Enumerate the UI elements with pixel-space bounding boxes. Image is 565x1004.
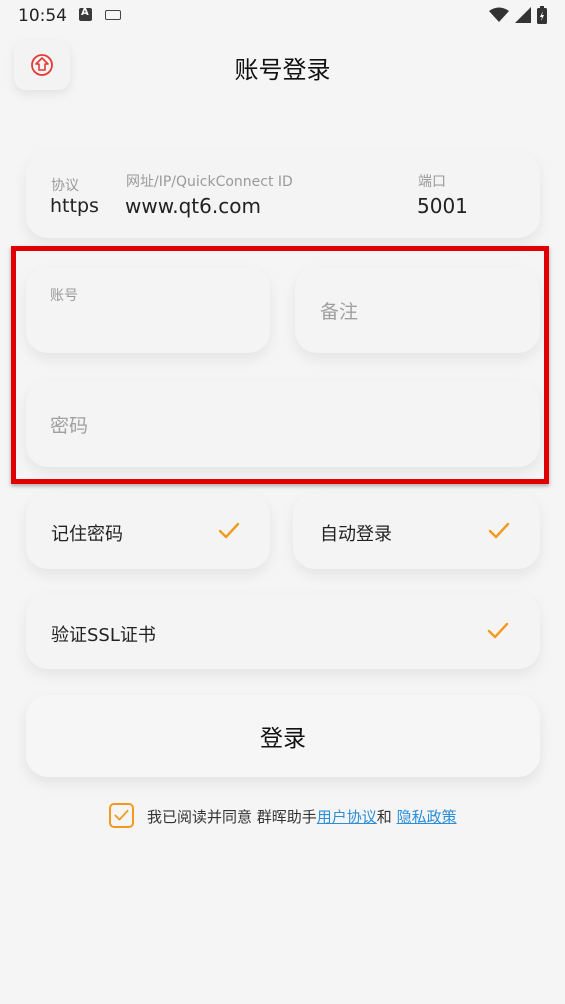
check-icon — [487, 622, 509, 639]
remember-password-toggle[interactable]: 记住密码 — [26, 493, 270, 569]
user-agreement-link[interactable]: 用户协议 — [317, 808, 377, 826]
wifi-icon — [489, 7, 509, 22]
port-input[interactable]: 5001 — [417, 194, 468, 218]
check-icon — [488, 522, 510, 539]
signal-icon — [515, 7, 531, 23]
privacy-policy-link[interactable]: 隐私政策 — [397, 808, 457, 826]
verify-ssl-toggle[interactable]: 验证SSL证书 — [26, 593, 540, 669]
check-icon — [218, 522, 240, 539]
address-input[interactable]: www.qt6.com — [125, 194, 261, 218]
agreement-prefix: 我已阅读并同意 群晖助手 — [147, 808, 317, 826]
port-label: 端口 — [418, 174, 446, 190]
notification-icon: A — [79, 7, 92, 21]
check-icon — [114, 809, 129, 821]
auto-login-label: 自动登录 — [320, 524, 392, 545]
auto-login-toggle[interactable]: 自动登录 — [293, 493, 540, 569]
status-icons — [489, 6, 547, 24]
server-card: 协议 https 网址/IP/QuickConnect ID www.qt6.c… — [26, 152, 540, 238]
status-time: 10:54 — [18, 6, 67, 26]
address-label: 网址/IP/QuickConnect ID — [126, 174, 293, 190]
agreement-text: 我已阅读并同意 群晖助手用户协议和 隐私政策 — [147, 806, 457, 827]
page-title: 账号登录 — [234, 56, 331, 84]
agreement-conj: 和 — [376, 808, 397, 826]
notification-letter: A — [81, 7, 89, 18]
protocol-label: 协议 — [51, 178, 79, 194]
highlight-box — [11, 246, 549, 484]
protocol-select[interactable]: https — [50, 195, 99, 217]
agreement-checkbox[interactable] — [109, 803, 134, 828]
keyboard-icon — [105, 10, 121, 20]
remember-password-label: 记住密码 — [51, 524, 123, 545]
verify-ssl-label: 验证SSL证书 — [51, 625, 156, 646]
battery-icon — [537, 6, 547, 24]
login-button[interactable]: 登录 — [26, 695, 540, 777]
